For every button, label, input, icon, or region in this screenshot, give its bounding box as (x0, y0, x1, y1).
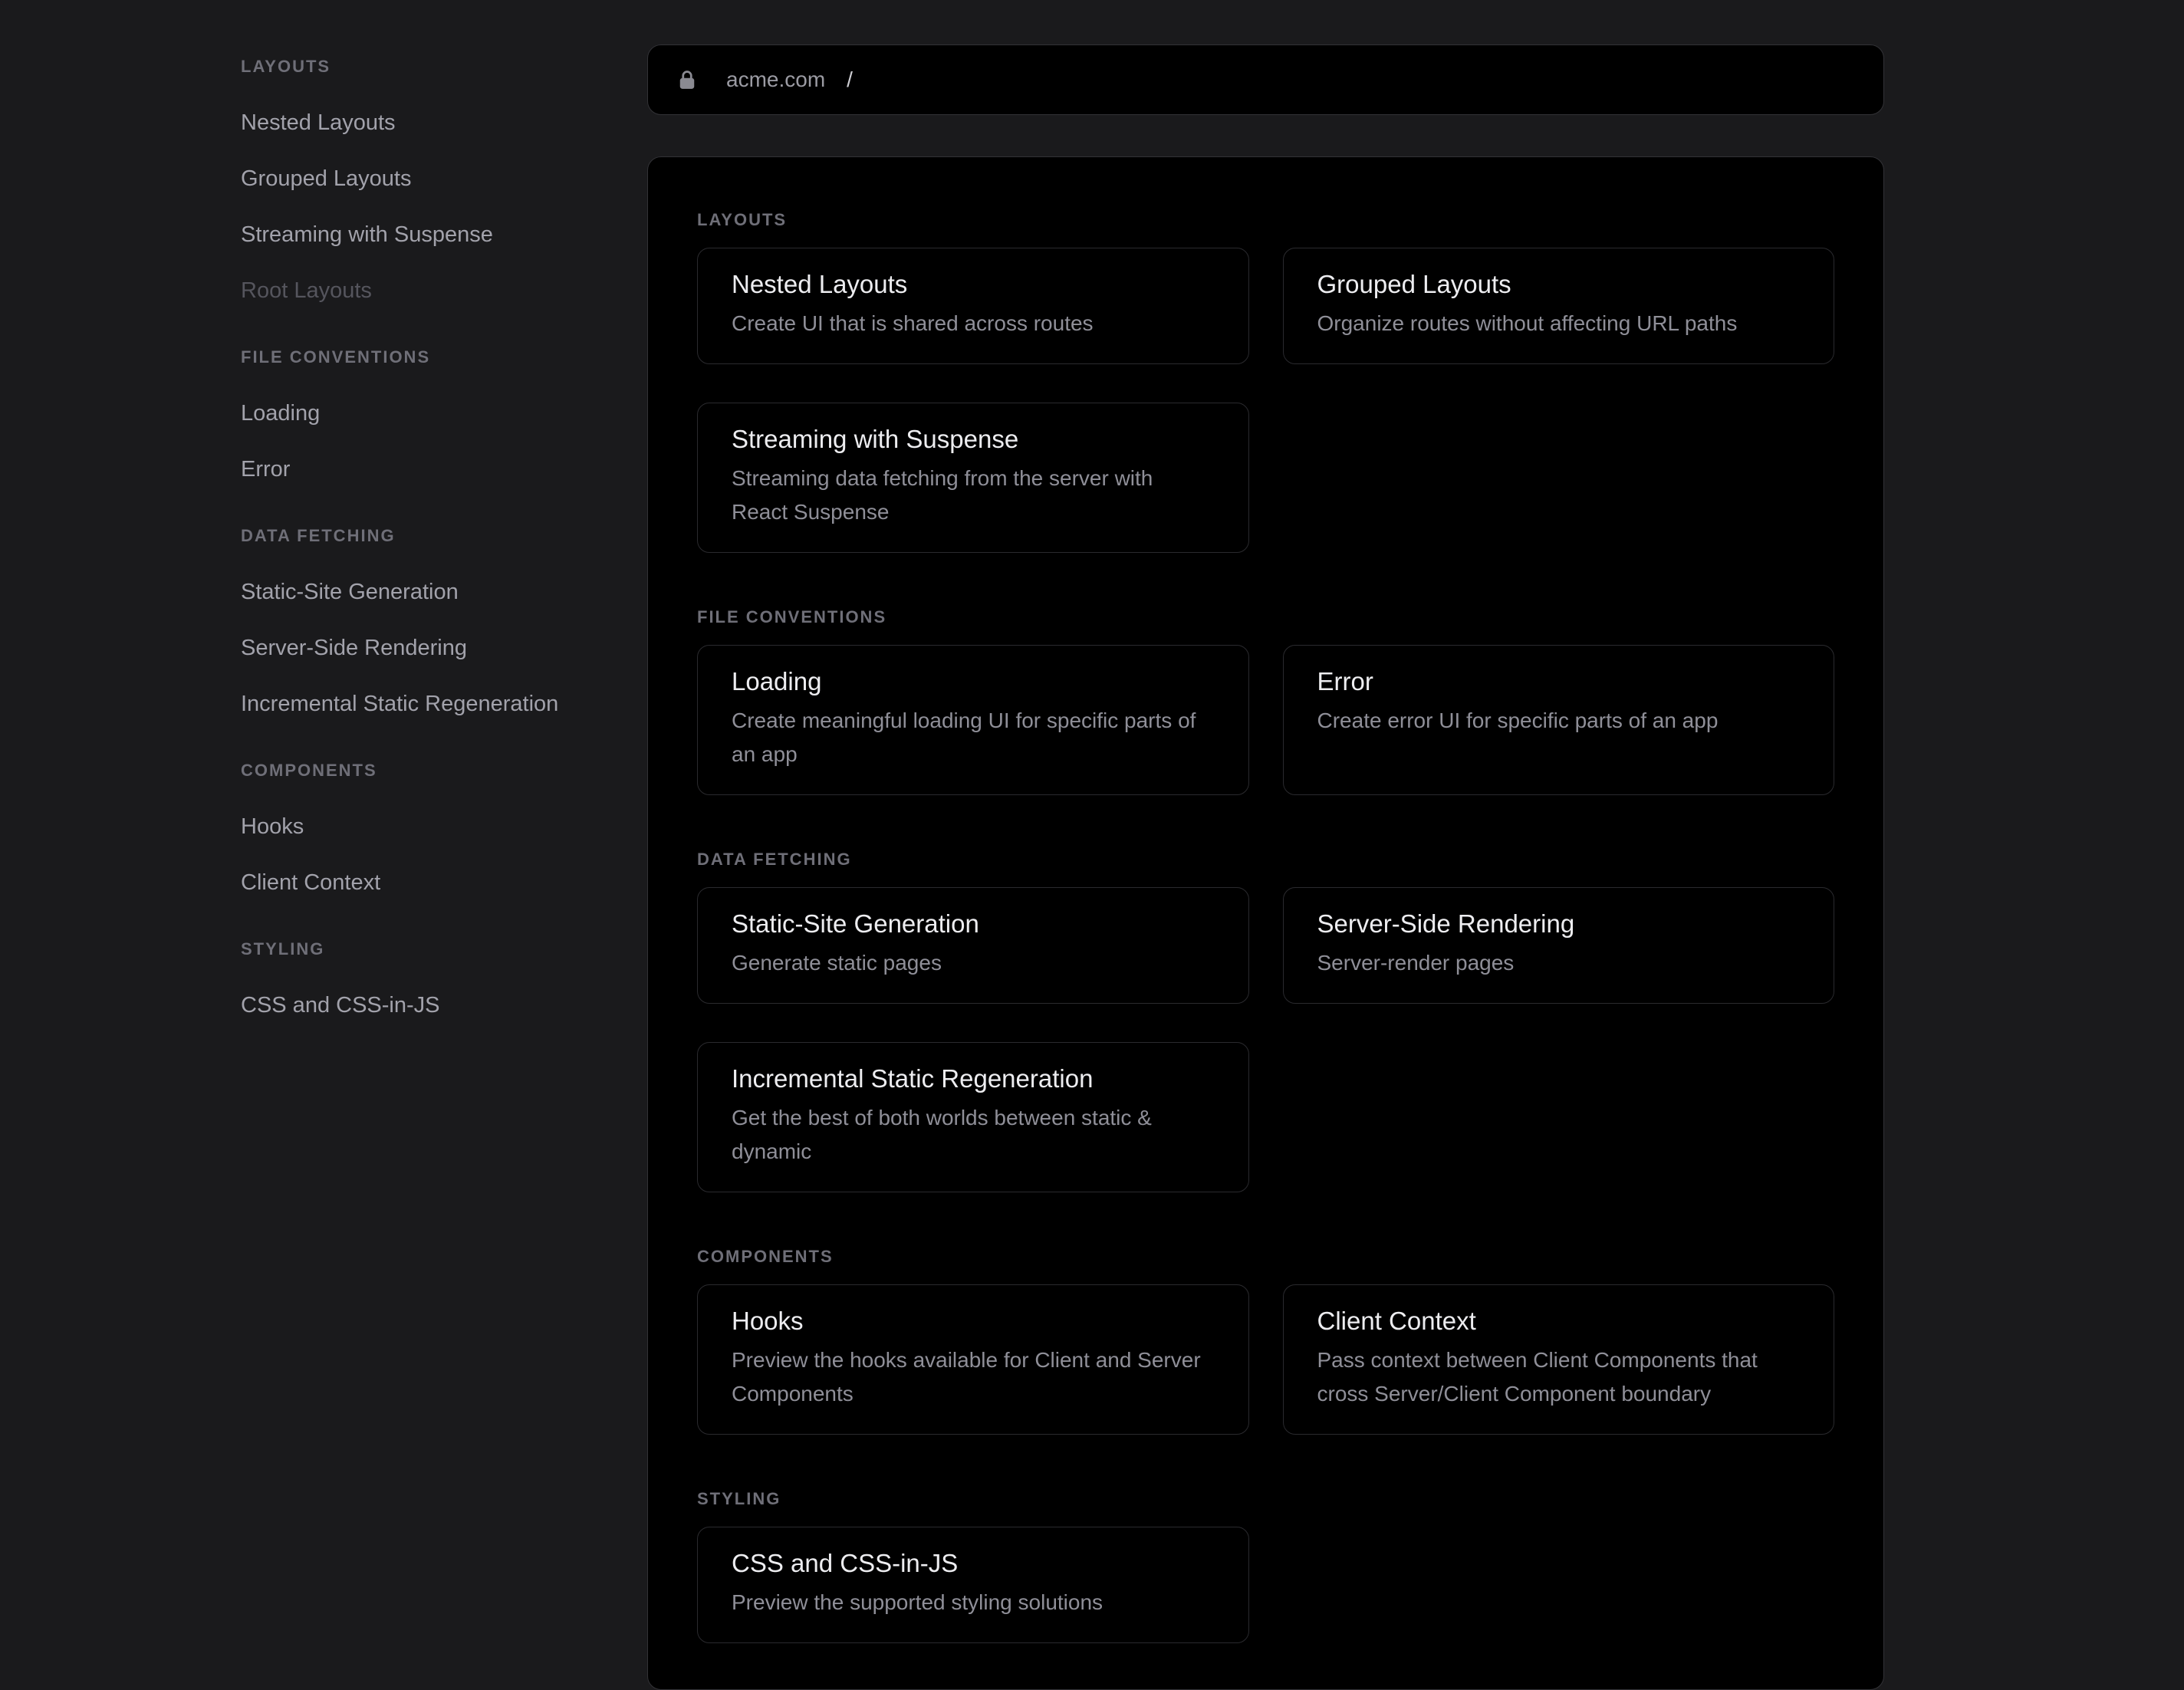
section-title-data-fetching: DATA FETCHING (697, 849, 1834, 870)
card-description-loading: Create meaningful loading UI for specifi… (732, 704, 1215, 771)
card-title-hooks: Hooks (732, 1305, 1215, 1337)
card-title-loading: Loading (732, 666, 1215, 698)
sidebar-item-css-and-css-in-js[interactable]: CSS and CSS-in-JS (241, 991, 628, 1020)
card-description-incremental-static-regeneration: Get the best of both worlds between stat… (732, 1101, 1215, 1169)
card-grid-components: Hooks Preview the hooks available for Cli… (697, 1284, 1834, 1435)
content-panel: LAYOUTS Nested Layouts Create UI that is s… (647, 156, 1884, 1690)
section-title-styling: STYLING (697, 1488, 1834, 1510)
section-file-conventions: FILE CONVENTIONS Loading Create meaningful… (697, 607, 1834, 795)
sidebar-section-components: COMPONENTS Hooks Client Context (241, 760, 628, 924)
card-grid-styling: CSS and CSS-in-JS Preview the supported s… (697, 1527, 1834, 1643)
address-bar[interactable]: acme.com / (647, 44, 1884, 115)
sidebar-item-error[interactable]: Error (241, 455, 628, 484)
section-data-fetching: DATA FETCHING Static-Site Generation Gener… (697, 849, 1834, 1192)
section-styling: STYLING CSS and CSS-in-JS Preview the supp… (697, 1488, 1834, 1643)
card-css-and-css-in-js[interactable]: CSS and CSS-in-JS Preview the supported s… (697, 1527, 1249, 1643)
url-host: acme.com (726, 67, 825, 92)
card-error[interactable]: Error Create error UI for specific parts … (1283, 645, 1835, 795)
card-loading[interactable]: Loading Create meaningful loading UI for … (697, 645, 1249, 795)
card-description-streaming-with-suspense: Streaming data fetching from the server … (732, 462, 1215, 529)
sidebar-section-layouts: LAYOUTS Nested Layouts Grouped Layouts Stre… (241, 56, 628, 332)
card-incremental-static-regeneration[interactable]: Incremental Static Regeneration Get the b… (697, 1042, 1249, 1192)
card-grouped-layouts[interactable]: Grouped Layouts Organize routes without a… (1283, 248, 1835, 364)
sidebar-item-root-layouts: Root Layouts (241, 276, 628, 305)
section-title-components: COMPONENTS (697, 1246, 1834, 1268)
card-description-server-side-rendering: Server-render pages (1317, 946, 1801, 980)
sidebar-item-server-side-rendering[interactable]: Server-Side Rendering (241, 633, 628, 663)
card-description-error: Create error UI for specific parts of an… (1317, 704, 1801, 738)
card-grid-file-conventions: Loading Create meaningful loading UI for … (697, 645, 1834, 795)
sidebar-section-title-file-conventions: FILE CONVENTIONS (241, 347, 628, 368)
sidebar-item-static-site-generation[interactable]: Static-Site Generation (241, 577, 628, 607)
sidebar-item-hooks[interactable]: Hooks (241, 812, 628, 841)
section-components: COMPONENTS Hooks Preview the hooks availab… (697, 1246, 1834, 1435)
card-title-css-and-css-in-js: CSS and CSS-in-JS (732, 1547, 1215, 1580)
card-title-error: Error (1317, 666, 1801, 698)
card-title-streaming-with-suspense: Streaming with Suspense (732, 423, 1215, 455)
card-description-hooks: Preview the hooks available for Client a… (732, 1343, 1215, 1411)
section-layouts: LAYOUTS Nested Layouts Create UI that is s… (697, 209, 1834, 553)
sidebar: LAYOUTS Nested Layouts Grouped Layouts Stre… (241, 56, 628, 1061)
card-grid-layouts: Nested Layouts Create UI that is shared a… (697, 248, 1834, 553)
card-description-nested-layouts: Create UI that is shared across routes (732, 307, 1215, 340)
section-title-file-conventions: FILE CONVENTIONS (697, 607, 1834, 628)
card-client-context[interactable]: Client Context Pass context between Clien… (1283, 1284, 1835, 1435)
sidebar-item-nested-layouts[interactable]: Nested Layouts (241, 108, 628, 137)
card-description-css-and-css-in-js: Preview the supported styling solutions (732, 1586, 1215, 1619)
card-title-static-site-generation: Static-Site Generation (732, 908, 1215, 940)
sidebar-item-incremental-static-regeneration[interactable]: Incremental Static Regeneration (241, 689, 628, 718)
card-description-static-site-generation: Generate static pages (732, 946, 1215, 980)
card-title-nested-layouts: Nested Layouts (732, 268, 1215, 301)
card-grid-data-fetching: Static-Site Generation Generate static pa… (697, 887, 1834, 1192)
sidebar-section-title-data-fetching: DATA FETCHING (241, 525, 628, 547)
card-streaming-with-suspense[interactable]: Streaming with Suspense Streaming data fe… (697, 403, 1249, 553)
card-title-server-side-rendering: Server-Side Rendering (1317, 908, 1801, 940)
card-static-site-generation[interactable]: Static-Site Generation Generate static pa… (697, 887, 1249, 1004)
card-hooks[interactable]: Hooks Preview the hooks available for Cli… (697, 1284, 1249, 1435)
sidebar-section-styling: STYLING CSS and CSS-in-JS (241, 939, 628, 1047)
sidebar-section-data-fetching: DATA FETCHING Static-Site Generation Serve… (241, 525, 628, 745)
sidebar-section-file-conventions: FILE CONVENTIONS Loading Error (241, 347, 628, 511)
sidebar-section-title-components: COMPONENTS (241, 760, 628, 781)
card-server-side-rendering[interactable]: Server-Side Rendering Server-render pages (1283, 887, 1835, 1004)
sidebar-item-client-context[interactable]: Client Context (241, 868, 628, 897)
sidebar-section-title-layouts: LAYOUTS (241, 56, 628, 77)
card-title-client-context: Client Context (1317, 1305, 1801, 1337)
card-description-grouped-layouts: Organize routes without affecting URL pa… (1317, 307, 1801, 340)
url-path: / (847, 67, 853, 92)
sidebar-section-title-styling: STYLING (241, 939, 628, 960)
card-title-grouped-layouts: Grouped Layouts (1317, 268, 1801, 301)
sidebar-item-loading[interactable]: Loading (241, 399, 628, 428)
sidebar-item-grouped-layouts[interactable]: Grouped Layouts (241, 164, 628, 193)
lock-icon (676, 68, 699, 91)
sidebar-item-streaming-with-suspense[interactable]: Streaming with Suspense (241, 220, 628, 249)
card-nested-layouts[interactable]: Nested Layouts Create UI that is shared a… (697, 248, 1249, 364)
section-title-layouts: LAYOUTS (697, 209, 1834, 231)
card-description-client-context: Pass context between Client Components t… (1317, 1343, 1801, 1411)
card-title-incremental-static-regeneration: Incremental Static Regeneration (732, 1063, 1215, 1095)
